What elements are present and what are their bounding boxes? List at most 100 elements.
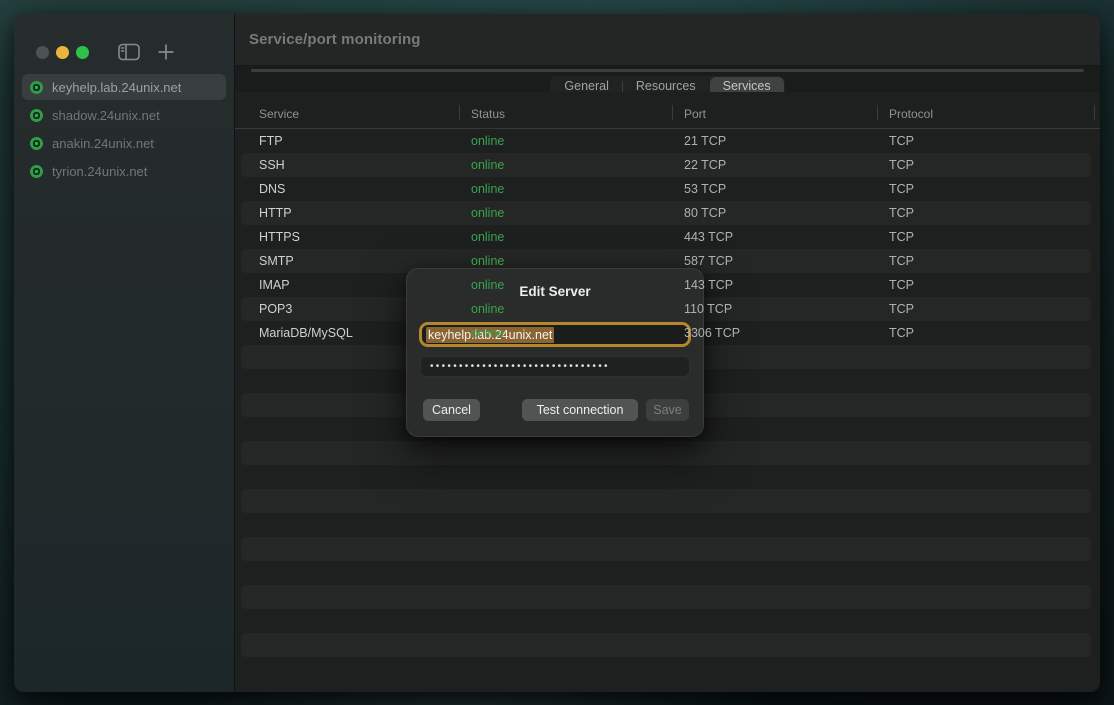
cell-port: 22 TCP (672, 153, 877, 177)
cell-status: online (459, 201, 672, 225)
cell-service: HTTPS (235, 225, 459, 249)
cell-status (459, 441, 672, 465)
table-row-empty (235, 393, 1100, 417)
cell-status (459, 393, 672, 417)
minimize-button[interactable] (56, 46, 69, 59)
cell-port: 53 TCP (672, 177, 877, 201)
add-server-icon[interactable] (157, 43, 175, 61)
cell-port: 21 TCP (672, 129, 877, 153)
cell-port (672, 537, 877, 561)
server-status-icon (30, 109, 43, 122)
cell-protocol (877, 417, 1100, 441)
column-header-protocol[interactable]: Protocol (877, 107, 1100, 128)
cell-service (235, 465, 459, 489)
cell-service (235, 489, 459, 513)
table-row-empty (235, 561, 1100, 585)
cell-port (672, 393, 877, 417)
cell-service (235, 609, 459, 633)
cell-port: 80 TCP (672, 201, 877, 225)
cell-status (459, 489, 672, 513)
column-divider (1094, 105, 1095, 120)
cell-port (672, 513, 877, 537)
sidebar-item-server[interactable]: tyrion.24unix.net (22, 158, 226, 184)
cell-protocol: TCP (877, 153, 1100, 177)
cell-protocol (877, 609, 1100, 633)
cell-protocol (877, 585, 1100, 609)
cell-status: online (459, 129, 672, 153)
table-row[interactable]: DNSonline53 TCPTCP (235, 177, 1100, 201)
cell-service (235, 585, 459, 609)
server-label: anakin.24unix.net (52, 136, 154, 151)
cell-protocol: TCP (877, 129, 1100, 153)
table-row-empty (235, 465, 1100, 489)
table-row[interactable]: HTTPonline80 TCPTCP (235, 201, 1100, 225)
table-row-empty (235, 585, 1100, 609)
cell-service: MariaDB/MySQL (235, 321, 459, 345)
table-row-empty (235, 345, 1100, 369)
table-row-empty (235, 609, 1100, 633)
cell-protocol (877, 345, 1100, 369)
table-row[interactable]: SSHonline22 TCPTCP (235, 153, 1100, 177)
table-row[interactable]: IMAPonline143 TCPTCP (235, 273, 1100, 297)
table-row[interactable]: POP3online110 TCPTCP (235, 297, 1100, 321)
desktop: { "window_title": "Service/port monitori… (0, 0, 1114, 705)
services-table: ServiceStatusPortProtocol FTPonline21 TC… (235, 92, 1100, 692)
cell-protocol (877, 441, 1100, 465)
table-row-empty (235, 489, 1100, 513)
cell-service: FTP (235, 129, 459, 153)
cell-protocol: TCP (877, 177, 1100, 201)
cell-port: 443 TCP (672, 225, 877, 249)
sidebar-item-server[interactable]: keyhelp.lab.24unix.net (22, 74, 226, 100)
column-header-port[interactable]: Port (672, 107, 877, 128)
window-controls (14, 14, 234, 62)
cell-protocol (877, 393, 1100, 417)
cell-service (235, 345, 459, 369)
cell-protocol (877, 561, 1100, 585)
cell-port (672, 561, 877, 585)
cell-port (672, 369, 877, 393)
cell-service: SMTP (235, 249, 459, 273)
server-status-icon (30, 137, 43, 150)
table-row[interactable]: HTTPSonline443 TCPTCP (235, 225, 1100, 249)
zoom-button[interactable] (76, 46, 89, 59)
cell-status: online (459, 273, 672, 297)
table-body: FTPonline21 TCPTCPSSHonline22 TCPTCPDNSo… (235, 129, 1100, 657)
sidebar-item-server[interactable]: anakin.24unix.net (22, 130, 226, 156)
cell-status (459, 513, 672, 537)
close-button[interactable] (36, 46, 49, 59)
cell-service (235, 633, 459, 657)
server-list: keyhelp.lab.24unix.net shadow.24unix.net a… (14, 74, 234, 184)
server-label: keyhelp.lab.24unix.net (52, 80, 181, 95)
cell-port (672, 441, 877, 465)
table-row[interactable]: SMTPonline587 TCPTCP (235, 249, 1100, 273)
cell-status (459, 633, 672, 657)
cell-status (459, 561, 672, 585)
table-row-empty (235, 633, 1100, 657)
toggle-sidebar-icon[interactable] (118, 43, 140, 61)
cell-status (459, 369, 672, 393)
cell-status: online (459, 297, 672, 321)
table-row-empty (235, 513, 1100, 537)
server-status-icon (30, 81, 43, 94)
cell-port: 110 TCP (672, 297, 877, 321)
cell-port (672, 345, 877, 369)
cell-service: DNS (235, 177, 459, 201)
server-label: shadow.24unix.net (52, 108, 160, 123)
content-area: GeneralResourcesServices ServiceStatusPo… (235, 66, 1100, 692)
cell-port: 3306 TCP (672, 321, 877, 345)
table-row[interactable]: FTPonline21 TCPTCP (235, 129, 1100, 153)
cell-protocol (877, 489, 1100, 513)
column-header-status[interactable]: Status (459, 107, 672, 128)
table-row[interactable]: MariaDB/MySQLonline3306 TCPTCP (235, 321, 1100, 345)
cell-status: online (459, 249, 672, 273)
cell-port: 587 TCP (672, 249, 877, 273)
cell-protocol: TCP (877, 297, 1100, 321)
cell-port (672, 609, 877, 633)
sidebar-item-server[interactable]: shadow.24unix.net (22, 102, 226, 128)
cell-service: HTTP (235, 201, 459, 225)
server-status-icon (30, 165, 43, 178)
cell-protocol (877, 537, 1100, 561)
column-header-service[interactable]: Service (235, 107, 459, 128)
table-row-empty (235, 441, 1100, 465)
cell-status (459, 537, 672, 561)
